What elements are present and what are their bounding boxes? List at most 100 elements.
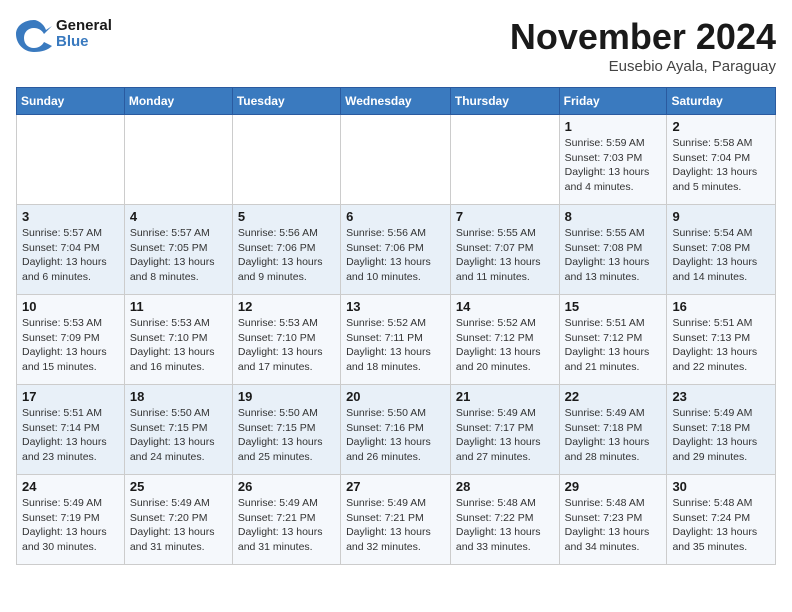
day-number: 5 xyxy=(238,209,335,224)
calendar-cell: 15 Sunrise: 5:51 AM Sunset: 7:12 PM Dayli… xyxy=(559,295,667,385)
day-number: 6 xyxy=(346,209,445,224)
day-number: 23 xyxy=(672,389,770,404)
day-number: 20 xyxy=(346,389,445,404)
day-info: Sunrise: 5:49 AM Sunset: 7:21 PM Dayligh… xyxy=(346,496,445,555)
day-info: Sunrise: 5:55 AM Sunset: 7:08 PM Dayligh… xyxy=(565,226,662,285)
day-number: 27 xyxy=(346,479,445,494)
day-info: Sunrise: 5:52 AM Sunset: 7:11 PM Dayligh… xyxy=(346,316,445,375)
calendar-cell: 20Sunrise: 5:50 AM Sunset: 7:16 PM Dayli… xyxy=(341,385,451,475)
day-number: 2 xyxy=(672,119,770,134)
weekday-header: Thursday xyxy=(450,88,559,115)
day-number: 7 xyxy=(456,209,554,224)
weekday-header: Friday xyxy=(559,88,667,115)
calendar-cell xyxy=(124,115,232,205)
calendar-week-row: 10 Sunrise: 5:53 AM Sunset: 7:09 PM Dayli… xyxy=(17,295,776,385)
calendar-cell: 21 Sunrise: 5:49 AM Sunset: 7:17 PM Dayli… xyxy=(450,385,559,475)
weekday-header: Tuesday xyxy=(232,88,340,115)
day-number: 13 xyxy=(346,299,445,314)
weekday-header: Monday xyxy=(124,88,232,115)
day-info: Sunrise: 5:48 AM Sunset: 7:24 PM Dayligh… xyxy=(672,496,770,555)
calendar-cell xyxy=(17,115,125,205)
day-number: 25 xyxy=(130,479,227,494)
day-number: 24 xyxy=(22,479,119,494)
logo: General Blue xyxy=(16,16,112,52)
day-number: 21 xyxy=(456,389,554,404)
calendar-cell xyxy=(341,115,451,205)
day-info: Sunrise: 5:53 AM Sunset: 7:10 PM Dayligh… xyxy=(130,316,227,375)
day-info: Sunrise: 5:56 AM Sunset: 7:06 PM Dayligh… xyxy=(238,226,335,285)
day-info: Sunrise: 5:50 AM Sunset: 7:15 PM Dayligh… xyxy=(130,406,227,465)
day-number: 17 xyxy=(22,389,119,404)
calendar-cell: 12 Sunrise: 5:53 AM Sunset: 7:10 PM Dayli… xyxy=(232,295,340,385)
day-info: Sunrise: 5:58 AM Sunset: 7:04 PM Dayligh… xyxy=(672,136,770,195)
day-number: 28 xyxy=(456,479,554,494)
calendar-cell: 23 Sunrise: 5:49 AM Sunset: 7:18 PM Dayli… xyxy=(667,385,776,475)
day-info: Sunrise: 5:56 AM Sunset: 7:06 PM Dayligh… xyxy=(346,226,445,285)
day-number: 10 xyxy=(22,299,119,314)
title-block: November 2024 Eusebio Ayala, Paraguay xyxy=(510,16,776,75)
day-info: Sunrise: 5:49 AM Sunset: 7:21 PM Dayligh… xyxy=(238,496,335,555)
day-number: 18 xyxy=(130,389,227,404)
day-info: Sunrise: 5:48 AM Sunset: 7:22 PM Dayligh… xyxy=(456,496,554,555)
day-number: 19 xyxy=(238,389,335,404)
day-info: Sunrise: 5:57 AM Sunset: 7:05 PM Dayligh… xyxy=(130,226,227,285)
calendar-cell: 30 Sunrise: 5:48 AM Sunset: 7:24 PM Dayli… xyxy=(667,475,776,565)
day-info: Sunrise: 5:51 AM Sunset: 7:12 PM Dayligh… xyxy=(565,316,662,375)
day-number: 1 xyxy=(565,119,662,134)
day-info: Sunrise: 5:51 AM Sunset: 7:13 PM Dayligh… xyxy=(672,316,770,375)
day-number: 30 xyxy=(672,479,770,494)
calendar-week-row: 1 Sunrise: 5:59 AM Sunset: 7:03 PM Daylig… xyxy=(17,115,776,205)
day-number: 11 xyxy=(130,299,227,314)
weekday-header: Sunday xyxy=(17,88,125,115)
day-number: 29 xyxy=(565,479,662,494)
calendar-table: SundayMondayTuesdayWednesdayThursdayFrid… xyxy=(16,87,776,565)
day-number: 3 xyxy=(22,209,119,224)
calendar-cell: 2 Sunrise: 5:58 AM Sunset: 7:04 PM Daylig… xyxy=(667,115,776,205)
calendar-cell: 24Sunrise: 5:49 AM Sunset: 7:19 PM Dayli… xyxy=(17,475,125,565)
day-info: Sunrise: 5:53 AM Sunset: 7:09 PM Dayligh… xyxy=(22,316,119,375)
logo-text-general: General xyxy=(56,18,112,35)
calendar-cell: 17 Sunrise: 5:51 AM Sunset: 7:14 PM Dayli… xyxy=(17,385,125,475)
day-info: Sunrise: 5:49 AM Sunset: 7:18 PM Dayligh… xyxy=(672,406,770,465)
calendar-week-row: 17 Sunrise: 5:51 AM Sunset: 7:14 PM Dayli… xyxy=(17,385,776,475)
calendar-cell: 13 Sunrise: 5:52 AM Sunset: 7:11 PM Dayli… xyxy=(341,295,451,385)
calendar-cell: 9Sunrise: 5:54 AM Sunset: 7:08 PM Daylig… xyxy=(667,205,776,295)
day-number: 12 xyxy=(238,299,335,314)
calendar-cell: 16Sunrise: 5:51 AM Sunset: 7:13 PM Dayli… xyxy=(667,295,776,385)
calendar-cell: 3 Sunrise: 5:57 AM Sunset: 7:04 PM Daylig… xyxy=(17,205,125,295)
day-number: 26 xyxy=(238,479,335,494)
day-number: 4 xyxy=(130,209,227,224)
calendar-cell: 18 Sunrise: 5:50 AM Sunset: 7:15 PM Dayli… xyxy=(124,385,232,475)
day-info: Sunrise: 5:49 AM Sunset: 7:20 PM Dayligh… xyxy=(130,496,227,555)
day-info: Sunrise: 5:51 AM Sunset: 7:14 PM Dayligh… xyxy=(22,406,119,465)
calendar-cell xyxy=(232,115,340,205)
calendar-cell: 5 Sunrise: 5:56 AM Sunset: 7:06 PM Daylig… xyxy=(232,205,340,295)
day-info: Sunrise: 5:53 AM Sunset: 7:10 PM Dayligh… xyxy=(238,316,335,375)
day-number: 15 xyxy=(565,299,662,314)
weekday-header: Saturday xyxy=(667,88,776,115)
day-info: Sunrise: 5:49 AM Sunset: 7:18 PM Dayligh… xyxy=(565,406,662,465)
calendar-cell: 11 Sunrise: 5:53 AM Sunset: 7:10 PM Dayli… xyxy=(124,295,232,385)
page-header: General Blue November 2024 Eusebio Ayala… xyxy=(16,16,776,75)
calendar-cell xyxy=(450,115,559,205)
day-number: 22 xyxy=(565,389,662,404)
day-info: Sunrise: 5:50 AM Sunset: 7:15 PM Dayligh… xyxy=(238,406,335,465)
calendar-cell: 26 Sunrise: 5:49 AM Sunset: 7:21 PM Dayli… xyxy=(232,475,340,565)
calendar-week-row: 24Sunrise: 5:49 AM Sunset: 7:19 PM Dayli… xyxy=(17,475,776,565)
day-info: Sunrise: 5:55 AM Sunset: 7:07 PM Dayligh… xyxy=(456,226,554,285)
calendar-cell: 25 Sunrise: 5:49 AM Sunset: 7:20 PM Dayli… xyxy=(124,475,232,565)
calendar-cell: 19 Sunrise: 5:50 AM Sunset: 7:15 PM Dayli… xyxy=(232,385,340,475)
day-info: Sunrise: 5:48 AM Sunset: 7:23 PM Dayligh… xyxy=(565,496,662,555)
logo-container: General Blue xyxy=(16,16,112,52)
logo-bird-icon xyxy=(16,16,52,52)
calendar-cell: 4 Sunrise: 5:57 AM Sunset: 7:05 PM Daylig… xyxy=(124,205,232,295)
calendar-cell: 8Sunrise: 5:55 AM Sunset: 7:08 PM Daylig… xyxy=(559,205,667,295)
day-info: Sunrise: 5:49 AM Sunset: 7:17 PM Dayligh… xyxy=(456,406,554,465)
day-info: Sunrise: 5:57 AM Sunset: 7:04 PM Dayligh… xyxy=(22,226,119,285)
calendar-cell: 22 Sunrise: 5:49 AM Sunset: 7:18 PM Dayli… xyxy=(559,385,667,475)
calendar-cell: 10 Sunrise: 5:53 AM Sunset: 7:09 PM Dayli… xyxy=(17,295,125,385)
day-info: Sunrise: 5:59 AM Sunset: 7:03 PM Dayligh… xyxy=(565,136,662,195)
month-title: November 2024 xyxy=(510,16,776,58)
day-number: 9 xyxy=(672,209,770,224)
weekday-header: Wednesday xyxy=(341,88,451,115)
